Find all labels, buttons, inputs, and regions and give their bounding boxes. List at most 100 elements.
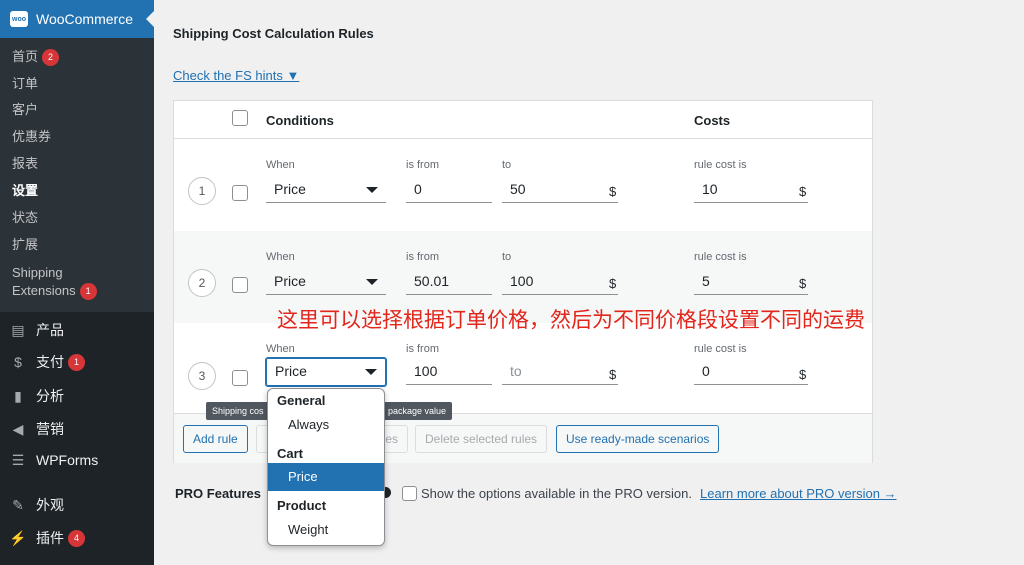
pro-options-checkbox[interactable] xyxy=(402,486,417,501)
menu-label: 外观 xyxy=(36,497,64,513)
cost-value: 10 xyxy=(702,181,718,197)
admin-sidebar: woo WooCommerce 首页 2 订单 客户 优惠券 报表 设置 状态 扩… xyxy=(0,0,154,565)
tooltip-left: Shipping cos xyxy=(206,402,270,420)
to-value: 50 xyxy=(510,181,526,197)
submenu-label: 设置 xyxy=(12,183,39,198)
cost-value: 0 xyxy=(702,363,710,379)
pro-features-label: PRO Features xyxy=(175,486,261,501)
submenu-label: 扩展 xyxy=(12,237,39,252)
notification-badge: 1 xyxy=(79,283,97,301)
rule-checkbox[interactable] xyxy=(232,277,248,293)
cost-input[interactable]: 5 xyxy=(694,269,808,295)
chevron-down-icon xyxy=(365,369,377,375)
when-value: Price xyxy=(274,273,306,289)
submenu-item-home[interactable]: 首页 2 xyxy=(12,48,60,67)
currency-symbol: $ xyxy=(609,184,617,199)
submenu-item-orders[interactable]: 订单 xyxy=(12,75,38,93)
brush-icon: ✎ xyxy=(12,496,24,513)
fs-hints-link[interactable]: Check the FS hints ▼ xyxy=(173,68,299,83)
from-label: is from xyxy=(406,159,439,171)
menu-label: 支付 xyxy=(36,354,64,370)
submenu-item-extensions[interactable]: 扩展 xyxy=(12,236,38,254)
rule-checkbox[interactable] xyxy=(232,370,248,386)
to-input[interactable]: to xyxy=(502,359,618,385)
when-select[interactable]: Price xyxy=(266,358,386,386)
submenu-item-shipping-extensions[interactable]: Shipping Extensions 1 xyxy=(12,264,97,301)
plugin-icon: ⚡ xyxy=(9,529,27,546)
menu-item-analytics[interactable]: ▮ 分析 xyxy=(10,386,64,406)
cost-label: rule cost is xyxy=(694,343,747,355)
from-input[interactable]: 50.01 xyxy=(406,269,492,295)
menu-label: 插件 xyxy=(36,530,64,546)
submenu-label: 订单 xyxy=(12,76,39,91)
menu-item-wpforms[interactable]: ☰ WPForms xyxy=(10,452,99,469)
menu-item-plugins[interactable]: ⚡ 插件 4 xyxy=(9,528,85,548)
rule-number: 2 xyxy=(188,269,216,297)
cost-label: rule cost is xyxy=(694,159,747,171)
menu-label: WPForms xyxy=(36,452,99,468)
costs-header: Costs xyxy=(694,113,731,128)
when-dropdown-menu: General Always Cart Price Product Weight xyxy=(267,388,385,546)
dropdown-option-price[interactable]: Price xyxy=(268,463,384,491)
notification-badge: 4 xyxy=(68,529,85,547)
submenu-label: 优惠券 xyxy=(12,129,52,144)
archive-icon: ▤ xyxy=(11,321,25,338)
pro-version-link[interactable]: Learn more about PRO version → xyxy=(700,486,897,501)
when-value: Price xyxy=(275,363,307,379)
when-select[interactable]: Price xyxy=(266,177,386,203)
submenu-item-coupons[interactable]: 优惠券 xyxy=(12,128,51,146)
to-input[interactable]: 100 xyxy=(502,269,618,295)
submenu-item-settings[interactable]: 设置 xyxy=(12,182,38,200)
conditions-header: Conditions xyxy=(266,113,334,128)
woocommerce-menu-header[interactable]: woo WooCommerce xyxy=(0,0,154,38)
tooltip-right: package value xyxy=(382,402,453,420)
from-input[interactable]: 0 xyxy=(406,177,492,203)
when-label: When xyxy=(266,159,295,171)
submenu-label: 报表 xyxy=(12,156,39,171)
to-label: to xyxy=(502,159,512,171)
cost-input[interactable]: 0 xyxy=(694,359,808,385)
dropdown-option-weight[interactable]: Weight xyxy=(268,516,384,544)
megaphone-icon: ◀ xyxy=(12,420,24,437)
from-input[interactable]: 100 xyxy=(406,359,492,385)
menu-item-products[interactable]: ▤ 产品 xyxy=(10,320,64,340)
rule-number: 1 xyxy=(188,177,216,205)
menu-label: 营销 xyxy=(36,421,64,437)
woocommerce-menu-title: WooCommerce xyxy=(36,11,133,27)
dollar-icon: $ xyxy=(14,354,22,370)
submenu-item-customers[interactable]: 客户 xyxy=(12,101,38,119)
when-label: When xyxy=(266,251,295,263)
dropdown-option-always[interactable]: Always xyxy=(268,411,384,439)
menu-item-payments[interactable]: $ 支付 1 xyxy=(10,352,85,372)
select-all-checkbox[interactable] xyxy=(232,110,248,126)
chevron-down-icon xyxy=(366,187,378,193)
to-label: to xyxy=(502,251,512,263)
cost-input[interactable]: 10 xyxy=(694,177,808,203)
submenu-label: 首页 xyxy=(12,49,39,64)
cost-label: rule cost is xyxy=(694,251,747,263)
from-label: is from xyxy=(406,343,439,355)
currency-symbol: $ xyxy=(799,184,807,199)
menu-label: 产品 xyxy=(36,322,64,338)
when-value: Price xyxy=(274,181,306,197)
dropdown-group-general: General xyxy=(277,393,326,408)
woocommerce-logo-icon: woo xyxy=(10,11,28,27)
rule-checkbox[interactable] xyxy=(232,185,248,201)
menu-label: 分析 xyxy=(36,388,64,404)
submenu-item-reports[interactable]: 报表 xyxy=(12,155,38,173)
menu-item-appearance[interactable]: ✎ 外观 xyxy=(10,495,64,515)
menu-item-marketing[interactable]: ◀ 营销 xyxy=(10,419,64,439)
submenu-item-status[interactable]: 状态 xyxy=(12,209,38,227)
current-menu-arrow-icon xyxy=(146,11,154,27)
currency-symbol: $ xyxy=(609,367,617,382)
rule-row-1: 1 When Price is from 0 to 50 $ rule cost… xyxy=(174,139,872,231)
add-rule-button[interactable]: Add rule xyxy=(183,425,248,453)
ready-made-scenarios-button[interactable]: Use ready-made scenarios xyxy=(556,425,720,453)
delete-selected-rules-button[interactable]: Delete selected rules xyxy=(415,425,548,453)
annotation-text: 这里可以选择根据订单价格，然后为不同价格段设置不同的运费 xyxy=(277,308,865,332)
currency-symbol: $ xyxy=(799,276,807,291)
submenu-label-line2: Extensions xyxy=(12,283,76,298)
when-select[interactable]: Price xyxy=(266,269,386,295)
cost-value: 5 xyxy=(702,273,710,289)
to-input[interactable]: 50 xyxy=(502,177,618,203)
